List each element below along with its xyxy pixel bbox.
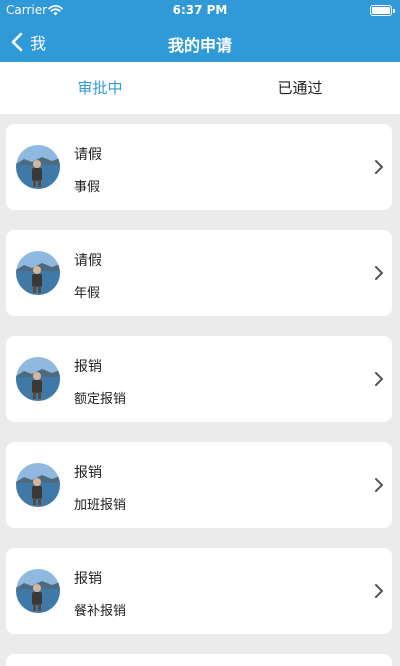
status-time: 6:37 PM <box>172 3 228 17</box>
list-item[interactable]: 请假 事假 <box>6 124 392 210</box>
list-item[interactable]: 请假 年假 <box>6 230 392 316</box>
list-item-partial[interactable] <box>6 654 392 666</box>
chevron-right-icon <box>375 266 383 280</box>
tab-approved[interactable]: 已通过 <box>200 62 400 114</box>
avatar <box>16 463 60 507</box>
tab-pending[interactable]: 审批中 <box>0 62 200 114</box>
chevron-right-icon <box>375 372 383 386</box>
battery-icon <box>370 5 395 16</box>
page-title: 我的申请 <box>167 36 232 55</box>
nav-bar: 我 我的申请 <box>0 22 400 62</box>
header: Carrier 6:37 PM 我 我的申请 <box>0 0 400 62</box>
chevron-right-icon <box>375 478 383 492</box>
item-title: 请假 <box>74 253 102 269</box>
item-subtitle: 事假 <box>74 180 101 195</box>
item-subtitle: 餐补报销 <box>74 604 127 619</box>
avatar <box>16 357 60 401</box>
item-subtitle: 额定报销 <box>74 392 127 407</box>
avatar <box>16 569 60 613</box>
item-title: 报销 <box>74 359 102 375</box>
item-title: 报销 <box>74 465 102 481</box>
avatar <box>16 145 60 189</box>
chevron-right-icon <box>375 160 383 174</box>
chevron-right-icon <box>375 584 383 598</box>
avatar <box>16 251 60 295</box>
list-item[interactable]: 报销 额定报销 <box>6 336 392 422</box>
list-item[interactable]: 报销 加班报销 <box>6 442 392 528</box>
item-subtitle: 年假 <box>74 286 101 301</box>
tab-bar: 审批中 已通过 <box>0 62 400 114</box>
list-item[interactable]: 报销 餐补报销 <box>6 548 392 634</box>
status-bar: Carrier 6:37 PM <box>0 0 400 22</box>
item-subtitle: 加班报销 <box>74 498 127 513</box>
item-title: 请假 <box>74 147 102 163</box>
item-title: 报销 <box>74 571 102 587</box>
